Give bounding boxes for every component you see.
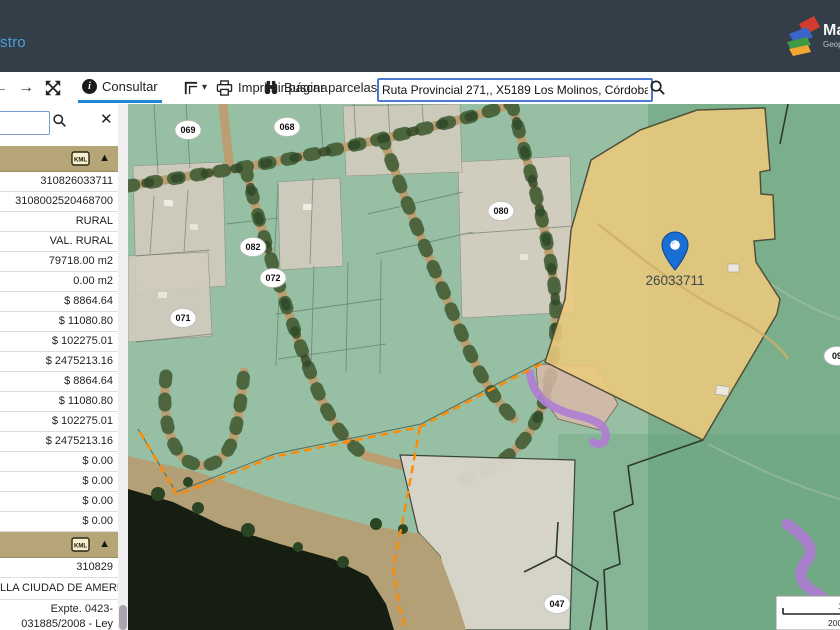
attribute-value: $ 0.00: [0, 512, 118, 532]
geoportal-logo[interactable]: Ma Geop: [783, 12, 840, 62]
svg-text:KML: KML: [74, 544, 87, 550]
attribute-value: 3108002520468700: [0, 192, 118, 212]
attribute-value: VAL. RURAL: [0, 232, 118, 252]
attribute-value: 310829: [0, 558, 118, 578]
magnifier-icon: [52, 113, 67, 128]
svg-text:080: 080: [493, 206, 508, 216]
results-sidebar: ✕ KML ▲ 310826033711 3108002520468700 RU…: [0, 104, 128, 630]
attribute-value: $ 0.00: [0, 472, 118, 492]
attribute-value: 0.00 m2: [0, 272, 118, 292]
attribute-value: $ 8864.64: [0, 372, 118, 392]
attribute-value: LLA CIUDAD DE AMERICA: [0, 578, 118, 600]
attribute-value: $ 2475213.16: [0, 352, 118, 372]
svg-text:047: 047: [549, 599, 564, 609]
info-icon: i: [82, 79, 97, 94]
attribute-value: 79718.00 m2: [0, 252, 118, 272]
binoculars-icon: [263, 80, 279, 95]
map-canvas[interactable]: 069 068 080 082 072 071 047 09 26033711: [128, 104, 840, 630]
svg-text:082: 082: [245, 242, 260, 252]
geoportal-window: { "header": { "brand_partial": "stro", "…: [0, 0, 840, 630]
top-header-bar: stro Ma Geop: [0, 0, 840, 72]
parcel-search-input[interactable]: [377, 78, 653, 102]
forward-button[interactable]: →: [18, 72, 34, 103]
svg-text:200 f: 200 f: [828, 618, 840, 628]
svg-text:072: 072: [265, 273, 280, 283]
logo-subtitle: Geop: [823, 40, 840, 49]
map-toolbar: ← → i Consultar ▾ Impri: [0, 72, 840, 105]
tab-consultar[interactable]: i Consultar: [78, 72, 162, 103]
magnifier-icon: [649, 79, 666, 96]
printer-icon: [216, 80, 233, 96]
sidebar-search-button[interactable]: [52, 113, 67, 133]
attribute-value: $ 11080.80: [0, 392, 118, 412]
attribute-value: $ 102275.01: [0, 412, 118, 432]
sidebar-search-input[interactable]: [0, 111, 50, 135]
collapse-arrow-icon[interactable]: ▲: [99, 153, 110, 164]
attribute-value: $ 8864.64: [0, 292, 118, 312]
kml-icon[interactable]: KML: [71, 151, 90, 166]
pin-parcel-id: 26033711: [645, 273, 704, 288]
svg-text:068: 068: [279, 122, 294, 132]
attribute-value: $ 2475213.16: [0, 432, 118, 452]
svg-text:KML: KML: [74, 158, 87, 164]
layers-logo-icon: [783, 14, 821, 60]
attribute-value: RURAL: [0, 212, 118, 232]
buscar-label: Buscar parcelas: [284, 80, 377, 95]
attribute-value: Expte. 0423-031885/2008 - Ley 9639/2009: [0, 600, 118, 630]
back-button[interactable]: ←: [0, 72, 8, 103]
kml-icon[interactable]: KML: [71, 537, 90, 552]
sidebar-scrollbar-thumb[interactable]: [119, 605, 127, 630]
attribute-value: 310826033711: [0, 172, 118, 192]
svg-text:09: 09: [832, 351, 840, 361]
attribute-value: $ 0.00: [0, 492, 118, 512]
attribute-value: $ 0.00: [0, 452, 118, 472]
parcel-section-header-1[interactable]: KML ▲: [0, 146, 118, 172]
logo-title: Ma: [823, 22, 840, 40]
svg-text:071: 071: [175, 313, 190, 323]
sidebar-scrollbar-track: [118, 104, 128, 630]
measure-corner-icon: [182, 79, 199, 96]
collapse-arrow-icon[interactable]: ▲: [99, 539, 110, 550]
parcel-attributes-table: KML ▲ 310826033711 3108002520468700 RURA…: [0, 146, 118, 630]
scale-bar: 10 200 f: [776, 596, 840, 630]
expand-arrows-icon: [44, 79, 62, 97]
brand-text-partial[interactable]: stro: [0, 34, 26, 51]
chevron-down-icon: ▾: [202, 82, 207, 93]
fullscreen-button[interactable]: [44, 72, 62, 103]
search-submit-button[interactable]: [649, 79, 666, 101]
consultar-label: Consultar: [102, 79, 158, 94]
parcel-section-header-2[interactable]: KML ▲: [0, 532, 118, 558]
svg-text:069: 069: [180, 125, 195, 135]
search-parcels-group[interactable]: Buscar parcelas: [263, 72, 377, 103]
attribute-value: $ 102275.01: [0, 332, 118, 352]
attribute-value: $ 11080.80: [0, 312, 118, 332]
close-icon[interactable]: ✕: [100, 110, 113, 128]
measure-tool-button[interactable]: ▾: [182, 72, 207, 103]
